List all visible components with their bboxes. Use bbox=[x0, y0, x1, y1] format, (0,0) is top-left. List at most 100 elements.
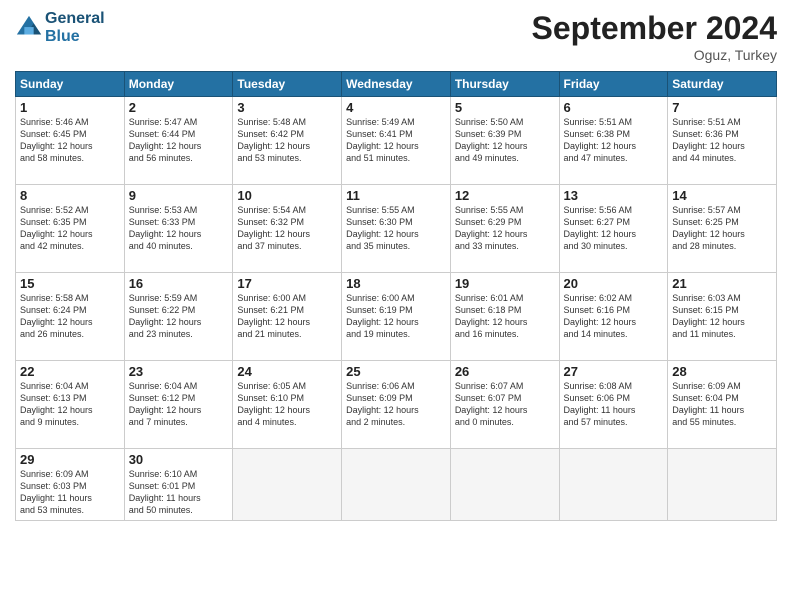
day-number: 19 bbox=[455, 276, 555, 291]
page: General Blue September 2024 Oguz, Turkey… bbox=[0, 0, 792, 612]
calendar-cell: 13Sunrise: 5:56 AM Sunset: 6:27 PM Dayli… bbox=[559, 185, 668, 273]
calendar-cell: 2Sunrise: 5:47 AM Sunset: 6:44 PM Daylig… bbox=[124, 97, 233, 185]
calendar-header-tuesday: Tuesday bbox=[233, 72, 342, 97]
day-info: Sunrise: 5:48 AM Sunset: 6:42 PM Dayligh… bbox=[237, 116, 337, 165]
day-number: 25 bbox=[346, 364, 446, 379]
day-info: Sunrise: 5:50 AM Sunset: 6:39 PM Dayligh… bbox=[455, 116, 555, 165]
day-number: 3 bbox=[237, 100, 337, 115]
logo-icon bbox=[15, 14, 43, 42]
day-number: 13 bbox=[564, 188, 664, 203]
calendar-cell: 21Sunrise: 6:03 AM Sunset: 6:15 PM Dayli… bbox=[668, 273, 777, 361]
calendar-cell: 11Sunrise: 5:55 AM Sunset: 6:30 PM Dayli… bbox=[342, 185, 451, 273]
day-number: 11 bbox=[346, 188, 446, 203]
day-number: 23 bbox=[129, 364, 229, 379]
day-info: Sunrise: 5:51 AM Sunset: 6:36 PM Dayligh… bbox=[672, 116, 772, 165]
calendar-cell: 28Sunrise: 6:09 AM Sunset: 6:04 PM Dayli… bbox=[668, 361, 777, 449]
day-number: 24 bbox=[237, 364, 337, 379]
calendar-week-1: 8Sunrise: 5:52 AM Sunset: 6:35 PM Daylig… bbox=[16, 185, 777, 273]
day-number: 12 bbox=[455, 188, 555, 203]
day-number: 21 bbox=[672, 276, 772, 291]
day-number: 29 bbox=[20, 452, 120, 467]
day-info: Sunrise: 6:05 AM Sunset: 6:10 PM Dayligh… bbox=[237, 380, 337, 429]
calendar-cell: 16Sunrise: 5:59 AM Sunset: 6:22 PM Dayli… bbox=[124, 273, 233, 361]
calendar-week-4: 29Sunrise: 6:09 AM Sunset: 6:03 PM Dayli… bbox=[16, 449, 777, 521]
day-info: Sunrise: 6:04 AM Sunset: 6:12 PM Dayligh… bbox=[129, 380, 229, 429]
calendar-header-saturday: Saturday bbox=[668, 72, 777, 97]
calendar-cell: 14Sunrise: 5:57 AM Sunset: 6:25 PM Dayli… bbox=[668, 185, 777, 273]
calendar-cell bbox=[559, 449, 668, 521]
day-info: Sunrise: 5:58 AM Sunset: 6:24 PM Dayligh… bbox=[20, 292, 120, 341]
day-info: Sunrise: 6:00 AM Sunset: 6:21 PM Dayligh… bbox=[237, 292, 337, 341]
calendar-cell: 5Sunrise: 5:50 AM Sunset: 6:39 PM Daylig… bbox=[450, 97, 559, 185]
calendar-cell: 8Sunrise: 5:52 AM Sunset: 6:35 PM Daylig… bbox=[16, 185, 125, 273]
day-info: Sunrise: 6:02 AM Sunset: 6:16 PM Dayligh… bbox=[564, 292, 664, 341]
day-info: Sunrise: 5:53 AM Sunset: 6:33 PM Dayligh… bbox=[129, 204, 229, 253]
calendar-cell: 1Sunrise: 5:46 AM Sunset: 6:45 PM Daylig… bbox=[16, 97, 125, 185]
calendar-header-wednesday: Wednesday bbox=[342, 72, 451, 97]
day-info: Sunrise: 6:03 AM Sunset: 6:15 PM Dayligh… bbox=[672, 292, 772, 341]
day-info: Sunrise: 6:09 AM Sunset: 6:03 PM Dayligh… bbox=[20, 468, 120, 517]
calendar-cell: 18Sunrise: 6:00 AM Sunset: 6:19 PM Dayli… bbox=[342, 273, 451, 361]
day-number: 1 bbox=[20, 100, 120, 115]
logo-text: General Blue bbox=[45, 10, 105, 45]
day-number: 7 bbox=[672, 100, 772, 115]
calendar-cell: 7Sunrise: 5:51 AM Sunset: 6:36 PM Daylig… bbox=[668, 97, 777, 185]
calendar-cell: 26Sunrise: 6:07 AM Sunset: 6:07 PM Dayli… bbox=[450, 361, 559, 449]
day-number: 27 bbox=[564, 364, 664, 379]
calendar-cell: 15Sunrise: 5:58 AM Sunset: 6:24 PM Dayli… bbox=[16, 273, 125, 361]
day-info: Sunrise: 5:59 AM Sunset: 6:22 PM Dayligh… bbox=[129, 292, 229, 341]
calendar-cell: 19Sunrise: 6:01 AM Sunset: 6:18 PM Dayli… bbox=[450, 273, 559, 361]
calendar-cell: 10Sunrise: 5:54 AM Sunset: 6:32 PM Dayli… bbox=[233, 185, 342, 273]
calendar-cell: 24Sunrise: 6:05 AM Sunset: 6:10 PM Dayli… bbox=[233, 361, 342, 449]
day-info: Sunrise: 6:04 AM Sunset: 6:13 PM Dayligh… bbox=[20, 380, 120, 429]
day-number: 18 bbox=[346, 276, 446, 291]
day-number: 4 bbox=[346, 100, 446, 115]
day-info: Sunrise: 5:55 AM Sunset: 6:30 PM Dayligh… bbox=[346, 204, 446, 253]
day-number: 28 bbox=[672, 364, 772, 379]
day-number: 9 bbox=[129, 188, 229, 203]
day-number: 17 bbox=[237, 276, 337, 291]
calendar-cell: 17Sunrise: 6:00 AM Sunset: 6:21 PM Dayli… bbox=[233, 273, 342, 361]
day-number: 2 bbox=[129, 100, 229, 115]
calendar-header-thursday: Thursday bbox=[450, 72, 559, 97]
day-info: Sunrise: 5:49 AM Sunset: 6:41 PM Dayligh… bbox=[346, 116, 446, 165]
day-number: 14 bbox=[672, 188, 772, 203]
calendar-table: SundayMondayTuesdayWednesdayThursdayFrid… bbox=[15, 71, 777, 521]
day-number: 5 bbox=[455, 100, 555, 115]
day-info: Sunrise: 6:10 AM Sunset: 6:01 PM Dayligh… bbox=[129, 468, 229, 517]
calendar-header-row: SundayMondayTuesdayWednesdayThursdayFrid… bbox=[16, 72, 777, 97]
calendar-cell bbox=[450, 449, 559, 521]
day-info: Sunrise: 6:00 AM Sunset: 6:19 PM Dayligh… bbox=[346, 292, 446, 341]
day-number: 26 bbox=[455, 364, 555, 379]
day-info: Sunrise: 5:52 AM Sunset: 6:35 PM Dayligh… bbox=[20, 204, 120, 253]
calendar-header-monday: Monday bbox=[124, 72, 233, 97]
calendar-header-sunday: Sunday bbox=[16, 72, 125, 97]
day-info: Sunrise: 5:54 AM Sunset: 6:32 PM Dayligh… bbox=[237, 204, 337, 253]
day-number: 30 bbox=[129, 452, 229, 467]
calendar-cell bbox=[668, 449, 777, 521]
day-info: Sunrise: 6:08 AM Sunset: 6:06 PM Dayligh… bbox=[564, 380, 664, 429]
calendar-week-3: 22Sunrise: 6:04 AM Sunset: 6:13 PM Dayli… bbox=[16, 361, 777, 449]
calendar-cell bbox=[233, 449, 342, 521]
location-subtitle: Oguz, Turkey bbox=[532, 47, 777, 63]
calendar-cell: 25Sunrise: 6:06 AM Sunset: 6:09 PM Dayli… bbox=[342, 361, 451, 449]
day-number: 6 bbox=[564, 100, 664, 115]
calendar-cell: 4Sunrise: 5:49 AM Sunset: 6:41 PM Daylig… bbox=[342, 97, 451, 185]
month-title: September 2024 bbox=[532, 10, 777, 47]
calendar-cell bbox=[342, 449, 451, 521]
day-number: 15 bbox=[20, 276, 120, 291]
day-info: Sunrise: 6:01 AM Sunset: 6:18 PM Dayligh… bbox=[455, 292, 555, 341]
calendar-cell: 3Sunrise: 5:48 AM Sunset: 6:42 PM Daylig… bbox=[233, 97, 342, 185]
title-block: September 2024 Oguz, Turkey bbox=[532, 10, 777, 63]
calendar-cell: 27Sunrise: 6:08 AM Sunset: 6:06 PM Dayli… bbox=[559, 361, 668, 449]
calendar-cell: 23Sunrise: 6:04 AM Sunset: 6:12 PM Dayli… bbox=[124, 361, 233, 449]
calendar-week-2: 15Sunrise: 5:58 AM Sunset: 6:24 PM Dayli… bbox=[16, 273, 777, 361]
calendar-cell: 30Sunrise: 6:10 AM Sunset: 6:01 PM Dayli… bbox=[124, 449, 233, 521]
day-info: Sunrise: 6:07 AM Sunset: 6:07 PM Dayligh… bbox=[455, 380, 555, 429]
day-info: Sunrise: 5:55 AM Sunset: 6:29 PM Dayligh… bbox=[455, 204, 555, 253]
logo: General Blue bbox=[15, 10, 105, 45]
calendar-cell: 29Sunrise: 6:09 AM Sunset: 6:03 PM Dayli… bbox=[16, 449, 125, 521]
day-info: Sunrise: 5:56 AM Sunset: 6:27 PM Dayligh… bbox=[564, 204, 664, 253]
day-number: 8 bbox=[20, 188, 120, 203]
day-info: Sunrise: 5:51 AM Sunset: 6:38 PM Dayligh… bbox=[564, 116, 664, 165]
